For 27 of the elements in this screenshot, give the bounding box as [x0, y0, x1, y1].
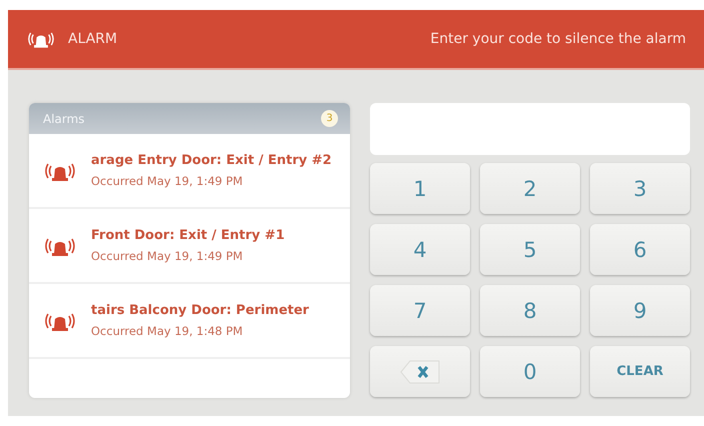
backspace-button[interactable]: [370, 346, 470, 397]
clear-button[interactable]: CLEAR: [590, 346, 690, 397]
alarm-name: arage Entry Door: Exit / Entry #2: [91, 153, 332, 168]
alarm-time: Occurred May 19, 1:48 PM: [91, 324, 244, 338]
alarm-time: Occurred May 19, 1:49 PM: [91, 174, 244, 188]
header-title: ALARM: [68, 31, 118, 47]
alarm-name: Front Door: Exit / Entry #1: [91, 228, 285, 243]
alarm-item[interactable]: tairs Balcony Door: Perimeter Occurred May 19, 1:48 PM: [29, 284, 350, 359]
digit-key[interactable]: 0: [480, 346, 580, 397]
panel-title: Alarms: [43, 112, 85, 126]
alarm-name: tairs Balcony Door: Perimeter: [91, 303, 309, 318]
backspace-icon: [400, 358, 440, 384]
alarm-item[interactable]: Front Door: Exit / Entry #1 Occurred May 19, 1:49 PM: [29, 209, 350, 284]
code-field[interactable]: [370, 103, 690, 155]
digit-key[interactable]: 7: [370, 285, 470, 336]
digit-key[interactable]: 1: [370, 163, 470, 214]
count-badge: 3: [321, 110, 338, 127]
digit-key[interactable]: 6: [590, 224, 690, 275]
digit-key[interactable]: 9: [590, 285, 690, 336]
digit-key[interactable]: 8: [480, 285, 580, 336]
digit-key[interactable]: 2: [480, 163, 580, 214]
instruction-text: Enter your code to silence the alarm: [430, 31, 686, 47]
alarm-time: Occurred May 19, 1:49 PM: [91, 249, 244, 263]
digit-key[interactable]: 3: [590, 163, 690, 214]
digit-key[interactable]: 4: [370, 224, 470, 275]
alarm-item[interactable]: arage Entry Door: Exit / Entry #2 Occurred May 19, 1:49 PM: [29, 134, 350, 209]
digit-key[interactable]: 5: [480, 224, 580, 275]
